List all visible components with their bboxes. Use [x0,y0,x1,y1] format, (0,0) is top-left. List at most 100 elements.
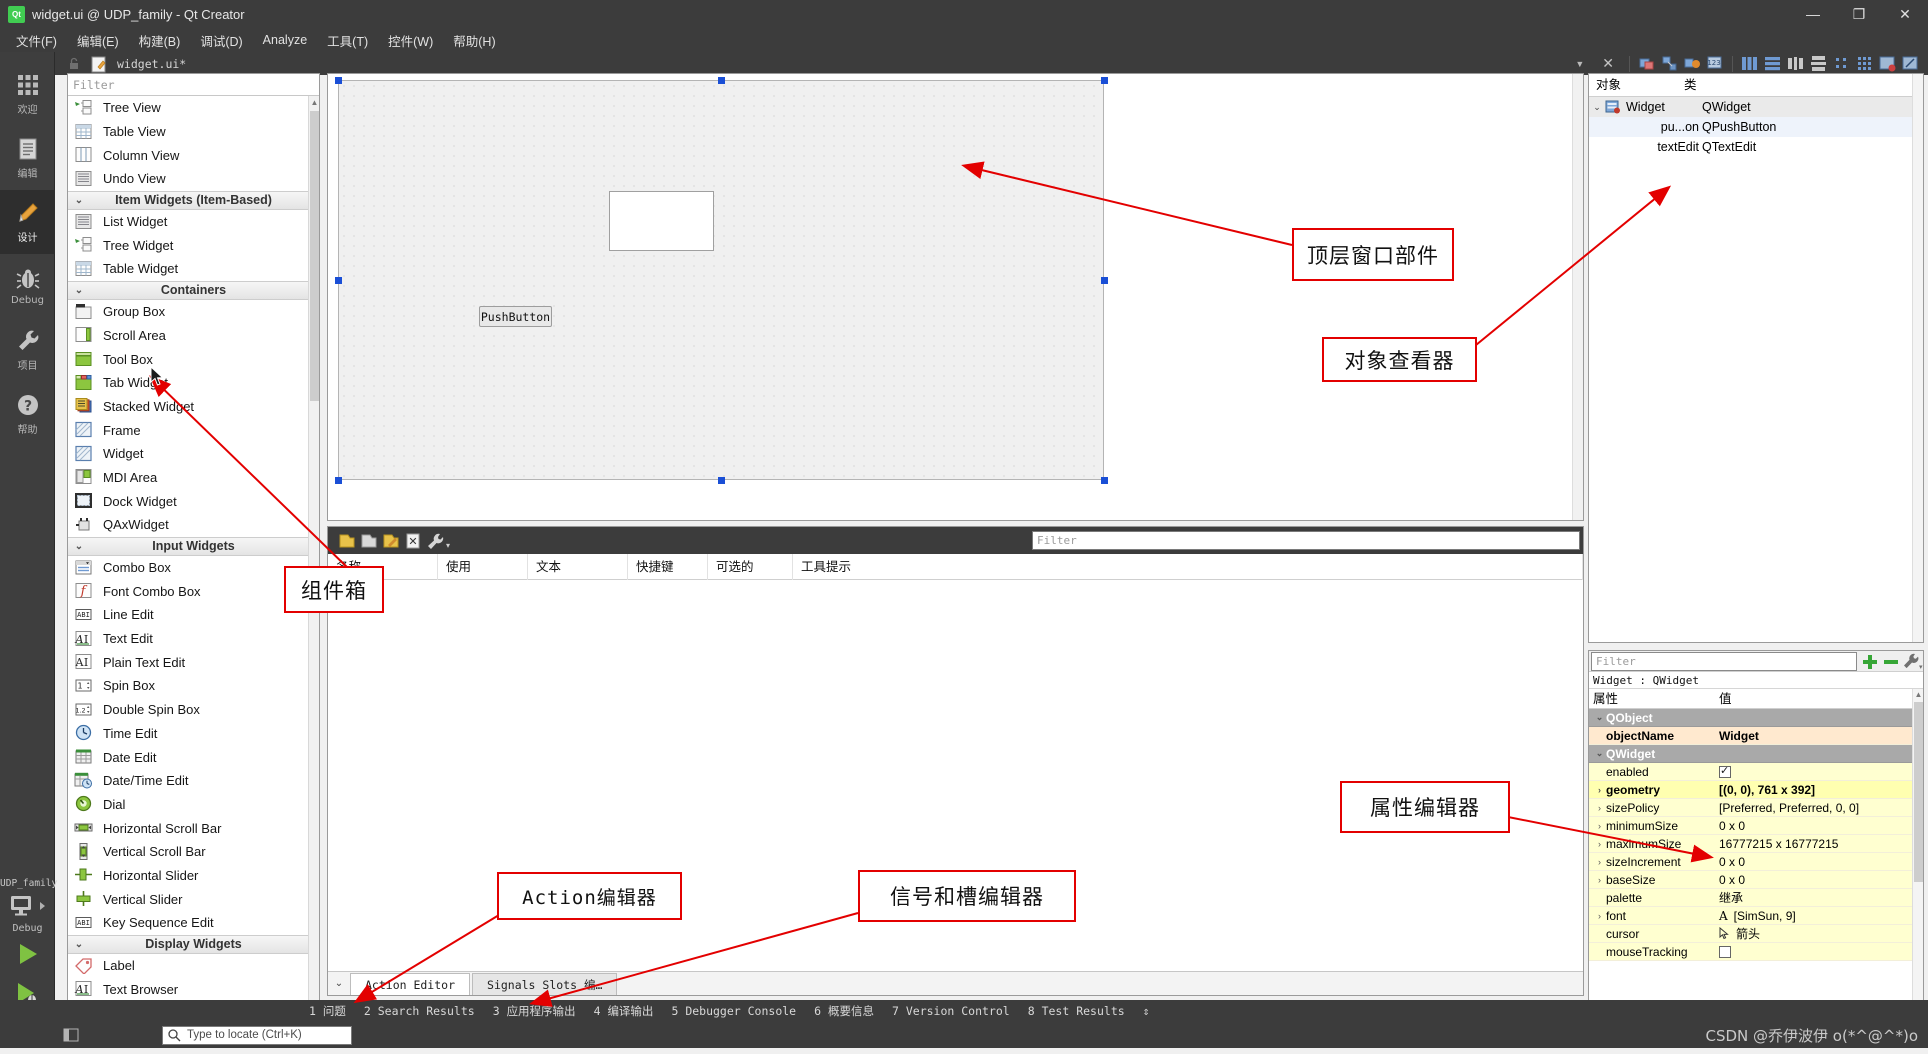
chevron-down-icon[interactable]: ⌄ [68,541,90,552]
resize-handle-tr[interactable] [1101,77,1108,84]
lock-icon[interactable] [65,56,83,72]
delete-action-icon[interactable]: ✕ [402,531,424,551]
mode-welcome[interactable]: 欢迎 [0,62,55,126]
widget-item-group-box[interactable]: Group Box [68,300,319,324]
scroll-up-icon[interactable]: ▲ [309,96,319,109]
layout-splitter-h-icon[interactable] [1786,54,1805,73]
widget-item-date-time-edit[interactable]: Date/Time Edit [68,769,319,793]
output-pane-general[interactable]: 6 概要信息 [805,1003,883,1019]
widget-item-frame[interactable]: Frame [68,418,319,442]
copy-action-icon[interactable] [358,531,380,551]
configure-icon[interactable]: ▾ [424,531,450,551]
expand-chevron-icon[interactable]: › [1593,821,1606,831]
expand-chevron-icon[interactable]: ⌄ [1593,712,1606,723]
property-col-name[interactable]: 属性 [1589,689,1713,708]
layout-horizontal-icon[interactable] [1740,54,1759,73]
action-col-text[interactable]: 文本 [528,553,628,580]
edit-action-icon[interactable] [380,531,402,551]
resize-handle-ml[interactable] [335,277,342,284]
chevron-down-icon[interactable]: ⌄ [1589,102,1605,113]
widget-item-font-combo-box[interactable]: f Font Combo Box [68,579,319,603]
checkbox-empty-icon[interactable] [1719,945,1731,958]
action-editor-filter[interactable]: Filter [1032,531,1580,550]
object-row-widget[interactable]: ⌄ Widget QWidget [1589,97,1923,117]
action-col-used[interactable]: 使用 [438,553,528,580]
widget-item-label[interactable]: Label [68,954,319,978]
widget-item-horizontal-scroll-bar[interactable]: Horizontal Scroll Bar [68,816,319,840]
chevron-down-icon[interactable]: ⌄ [328,973,350,995]
output-pane-app-output[interactable]: 3 应用程序输出 [484,1003,585,1019]
widget-item-vertical-slider[interactable]: Vertical Slider [68,887,319,911]
widget-item-table-view[interactable]: Table View [68,120,319,144]
widget-item-tree-widget[interactable]: Tree Widget [68,233,319,257]
mode-projects[interactable]: 项目 [0,318,55,382]
widget-item-widget[interactable]: Widget [68,442,319,466]
minus-icon[interactable] [1881,652,1901,671]
output-pane-test-results[interactable]: 8 Test Results [1019,1004,1134,1018]
chevron-down-icon[interactable]: ⌄ [68,285,90,296]
widget-item-text-browser[interactable]: A I Text Browser [68,977,319,1001]
kit-target-row[interactable] [0,889,55,923]
widget-box-group-containers[interactable]: ⌄ Containers [68,280,319,300]
mode-edit[interactable]: 编辑 [0,126,55,190]
resize-handle-bl[interactable] [335,477,342,484]
resize-handle-tl[interactable] [335,77,342,84]
property-row-geometry[interactable]: › geometry [(0, 0), 761 x 392] [1589,781,1923,799]
property-row-font[interactable]: › font A [SimSun, 9] [1589,907,1923,925]
mode-help[interactable]: ? 帮助 [0,382,55,446]
minimize-button[interactable]: — [1790,0,1836,28]
property-row-cursor[interactable]: cursor 箭头 [1589,925,1923,943]
layout-splitter-v-icon[interactable] [1809,54,1828,73]
run-button[interactable] [0,934,55,974]
widget-item-double-spin-box[interactable]: 1.2 Double Spin Box [68,698,319,722]
form-editor-canvas[interactable]: PushButton [327,73,1584,521]
object-inspector-scrollbar[interactable] [1912,74,1923,642]
plus-icon[interactable] [1859,652,1881,671]
property-editor-scrollbar[interactable]: ▲ ▼ [1912,689,1923,1020]
expand-chevron-icon[interactable]: ⌄ [1593,748,1606,759]
layout-form-icon[interactable] [1832,54,1851,73]
chevron-down-icon[interactable]: ⌄ [68,939,90,950]
property-row-basesize[interactable]: › baseSize 0 x 0 [1589,871,1923,889]
break-layout-icon[interactable] [1878,54,1897,73]
updown-arrows-icon[interactable]: ⇕ [1134,1004,1159,1018]
property-row-minimumsize[interactable]: › minimumSize 0 x 0 [1589,817,1923,835]
property-row-mousetracking[interactable]: mouseTracking [1589,943,1923,961]
menu-file[interactable]: 文件(F) [6,28,67,53]
resize-handle-tc[interactable] [718,77,725,84]
chevron-down-icon[interactable]: ▼ [1575,59,1592,69]
expand-chevron-icon[interactable]: › [1593,857,1606,867]
push-button-widget[interactable]: PushButton [479,306,552,327]
widget-item-vertical-scroll-bar[interactable]: Vertical Scroll Bar [68,840,319,864]
action-col-tooltip[interactable]: 工具提示 [793,553,1583,580]
edit-buddies-icon[interactable] [1683,54,1702,73]
widget-item-tool-box[interactable]: Tool Box [68,347,319,371]
canvas-scrollbar-vertical[interactable] [1572,74,1583,520]
output-pane-search[interactable]: 2 Search Results [355,1004,484,1018]
object-col-object[interactable]: 对象 [1589,74,1677,96]
widget-item-tree-view[interactable]: Tree View [68,96,319,120]
widget-item-list-widget[interactable]: List Widget [68,210,319,234]
edit-widgets-icon[interactable] [1637,54,1656,73]
expand-chevron-icon[interactable]: › [1593,875,1606,885]
widget-box-list[interactable]: Tree View Table View Column View Undo View ⌄… [68,96,319,1020]
widget-box-group-input-widgets[interactable]: ⌄ Input Widgets [68,536,319,556]
widget-item-qaxwidget[interactable]: QAxWidget [68,513,319,537]
menu-help[interactable]: 帮助(H) [443,28,505,53]
widget-item-spin-box[interactable]: 1 Spin Box [68,674,319,698]
widget-box-group-display-widgets[interactable]: ⌄ Display Widgets [68,934,319,954]
layout-vertical-icon[interactable] [1763,54,1782,73]
widget-item-stacked-widget[interactable]: Stacked Widget [68,395,319,419]
wrench-icon[interactable]: ▾ [1901,652,1923,671]
edit-signals-slots-icon[interactable] [1660,54,1679,73]
tab-action-editor[interactable]: Action Editor [350,973,471,995]
adjust-size-icon[interactable] [1901,54,1920,73]
tab-signals-slots-editor[interactable]: Signals Slots 编… [472,973,618,995]
widget-item-tab-widget[interactable]: Tab Widget [68,371,319,395]
output-pane-issues[interactable]: 1 问题 [300,1003,355,1019]
widget-item-time-edit[interactable]: Time Edit [68,722,319,746]
widget-item-mdi-area[interactable]: MDI Area [68,466,319,490]
open-file-name[interactable]: widget.ui* [117,57,186,71]
expand-chevron-icon[interactable]: › [1593,839,1606,849]
action-col-checkable[interactable]: 可选的 [708,553,793,580]
